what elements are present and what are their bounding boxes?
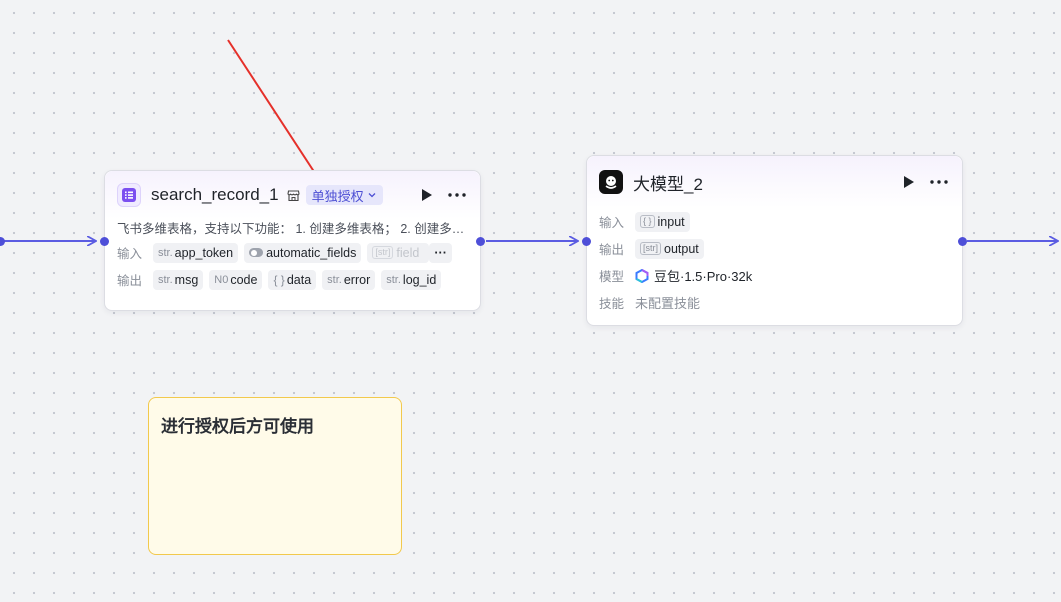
input-param: automatic_fields [244,242,362,263]
model-label: 模型 [599,270,625,284]
workflow-canvas[interactable]: search_record_1 单独授权 飞书多维表格，支持以下功能： 1. 创… [0,0,1061,602]
node-llm[interactable]: 大模型_2 输入 { } input 输出 [str] output 模型 豆包… [582,155,967,326]
input-param: str. app_token [153,242,239,263]
input-param: { } input [635,211,690,232]
more-inputs-button[interactable]: ··· [429,242,452,263]
table-icon [117,183,141,207]
output-param: { } data [268,269,317,290]
output-port[interactable] [958,237,967,246]
store-icon [286,189,300,202]
output-port[interactable] [476,237,485,246]
description-text: 飞书多维表格，支持以下功能： 1. 创建多维表格； 2. 创建多… [117,221,465,236]
more-button[interactable] [446,186,468,204]
input-port[interactable] [100,237,109,246]
output-row: 输出 [str] output [587,235,962,262]
left-edge-port[interactable] [0,237,5,246]
node-title[interactable]: 大模型_2 [633,170,703,195]
output-param: N0 code [209,269,263,290]
node-search-record[interactable]: search_record_1 单独授权 飞书多维表格，支持以下功能： 1. 创… [100,170,485,311]
output-param: str. log_id [381,269,442,290]
chevron-down-icon [368,193,376,198]
input-label: 输入 [599,216,625,230]
input-port[interactable] [582,237,591,246]
play-icon [422,189,432,201]
output-row: 输出 str. msg N0 code { } data str. error str.… [105,266,480,293]
toggle-icon [249,248,264,257]
run-button[interactable] [418,186,436,204]
note-text[interactable]: 进行授权后方可使用 [161,412,389,437]
skill-label: 技能 [599,297,625,311]
annotation-arrow [227,39,327,191]
output-param: str. error [322,269,376,290]
sticky-note[interactable]: 进行授权后方可使用 [148,397,402,555]
output-label: 输出 [599,243,625,257]
more-icon [930,180,948,184]
skill-row: 技能 未配置技能 [587,289,962,316]
auth-mode-label: 单独授权 [311,188,364,204]
more-icon [448,193,466,197]
run-button[interactable] [900,173,918,191]
llm-icon [599,170,623,194]
input-row: 输入 str. app_token automatic_fields [str] f… [105,239,480,266]
model-name[interactable]: 豆包·1.5·Pro·32k [654,266,752,285]
more-button[interactable] [928,173,950,191]
node-description: 飞书多维表格，支持以下功能： 1. 创建多维表格； 2. 创建多… [105,215,480,239]
output-param: [str] output [635,238,704,259]
output-param: str. msg [153,269,204,290]
play-icon [904,176,914,188]
output-label: 输出 [117,274,143,288]
skill-value: 未配置技能 [635,296,701,311]
node-header: 大模型_2 [587,156,962,208]
auth-mode-dropdown[interactable]: 单独授权 [305,185,383,205]
input-param: [str] field [367,242,430,263]
doubao-icon [635,268,649,283]
input-row: 输入 { } input [587,208,962,235]
input-label: 输入 [117,247,143,261]
node-title[interactable]: search_record_1 [151,185,279,205]
model-row: 模型 豆包·1.5·Pro·32k [587,262,962,289]
node-header: search_record_1 单独授权 [105,171,480,219]
